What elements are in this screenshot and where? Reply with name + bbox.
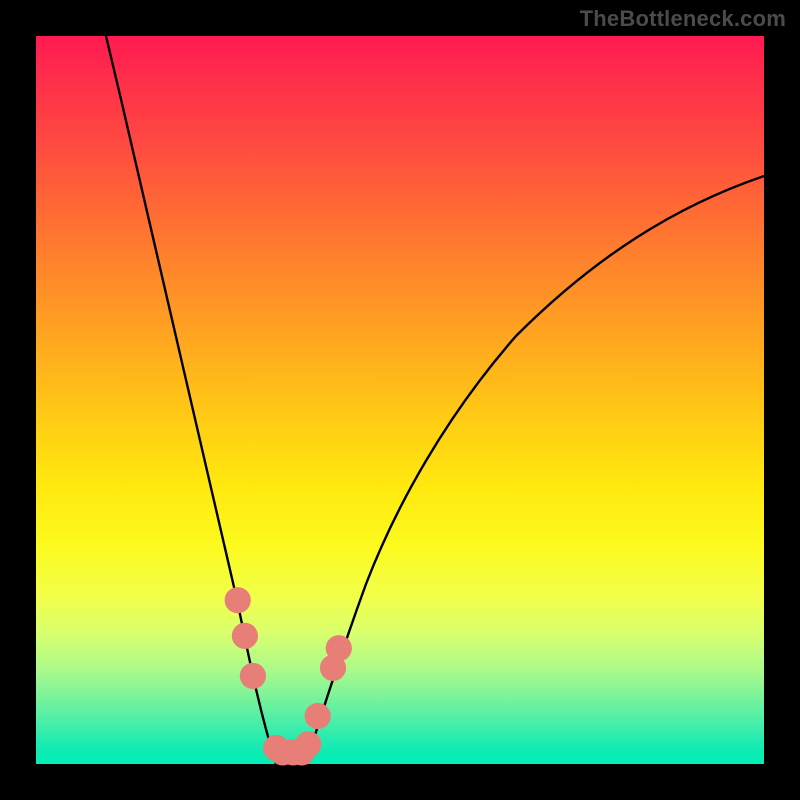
curve-right-branch — [306, 176, 764, 764]
curve-left-branch — [106, 36, 276, 764]
data-marker — [240, 663, 266, 689]
chart-svg — [36, 36, 764, 764]
chart-frame: TheBottleneck.com — [0, 0, 800, 800]
data-marker — [295, 731, 321, 757]
data-marker — [326, 635, 352, 661]
attribution-text: TheBottleneck.com — [580, 6, 786, 32]
data-marker — [225, 587, 251, 613]
marker-group — [225, 587, 352, 765]
data-marker — [305, 703, 331, 729]
data-marker — [232, 623, 258, 649]
